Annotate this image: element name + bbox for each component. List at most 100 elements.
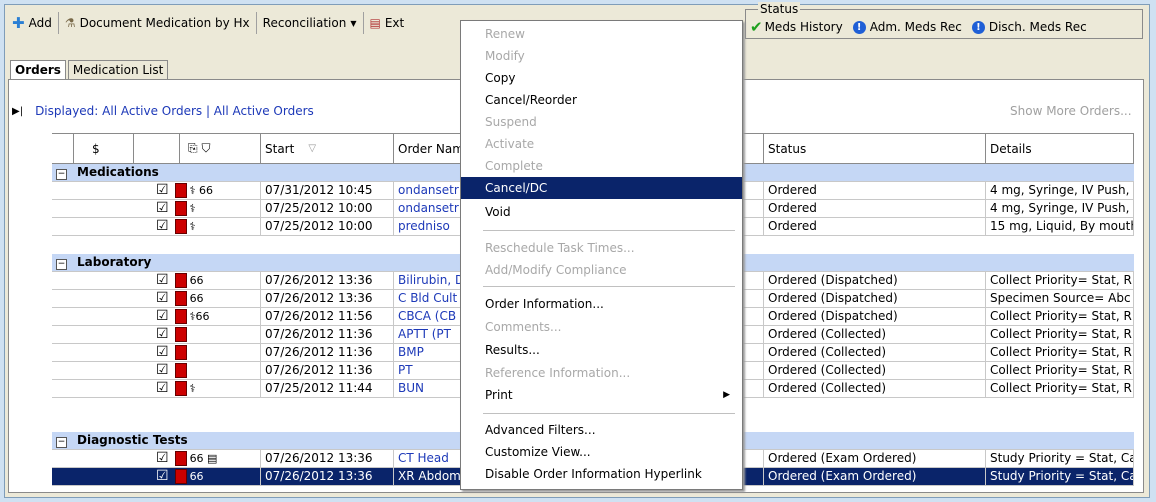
cell-status: Ordered (Collected) [764,380,986,398]
col-header-details[interactable]: Details [986,134,1134,164]
tab-orders[interactable]: Orders [10,60,66,79]
menu-item-complete[interactable]: Complete [461,155,742,177]
menu-item-suspend[interactable]: Suspend [461,111,742,133]
col-header-dollar-label: $ [92,141,100,156]
cell-details: 4 mg, Syringe, IV Push, [986,182,1134,200]
menu-item-disable-order-info-hyperlink[interactable]: Disable Order Information Hyperlink [461,463,742,485]
status-disch-meds-rec-label: Disch. Meds Rec [988,20,1087,34]
medication-icon [174,201,187,216]
cell-start: 07/26/2012 11:36 [261,326,394,344]
cell-details: Collect Priority= Stat, R [986,362,1134,380]
cell-start: 07/31/2012 10:45 [261,182,394,200]
lab-icon [174,381,187,396]
external-label: Ext [384,16,405,30]
menu-item-modify[interactable]: Modify [461,45,742,67]
add-button[interactable]: ✚ Add [6,12,59,34]
status-title: Status [758,2,801,16]
checkbox-icon[interactable]: ☑ [156,362,169,378]
tab-medication-list[interactable]: Medication List [67,60,169,79]
group-label: − Medications [52,164,352,182]
medication-icon [174,219,187,234]
displayed-filter[interactable]: ▶| Displayed: All Active Orders | All Ac… [12,104,314,118]
cell-start: 07/26/2012 13:36 [261,450,394,468]
col-header-status[interactable]: Status [764,134,986,164]
checkbox-icon[interactable]: ☑ [156,182,169,198]
col-header-start-label: Start [265,141,295,156]
status-disch-meds-rec[interactable]: ! Disch. Meds Rec [971,20,1087,34]
document-medication-label: Document Medication by Hx [79,16,250,30]
status-adm-meds-rec-label: Adm. Meds Rec [869,20,962,34]
menu-item-customize-view[interactable]: Customize View... [461,441,742,463]
cell-start: 07/26/2012 11:56 [261,308,394,326]
menu-item-reschedule-task-times[interactable]: Reschedule Task Times... [461,237,742,259]
checkbox-icon[interactable]: ☑ [156,200,169,216]
submenu-arrow-icon: ▶ [723,390,730,400]
col-header-icons[interactable]: ⎘ ⛉ [180,134,261,164]
cell-status: Ordered (Dispatched) [764,272,986,290]
menu-item-activate[interactable]: Activate [461,133,742,155]
reconciliation-dropdown[interactable]: Reconciliation ▼ [257,12,364,34]
check-icon: ✔ [750,18,763,36]
menu-item-advanced-filters[interactable]: Advanced Filters... [461,419,742,441]
collapse-icon[interactable]: − [56,169,67,180]
checkbox-icon[interactable]: ☑ [156,326,169,342]
checkbox-icon[interactable]: ☑ [156,380,169,396]
checkbox-icon[interactable]: ☑ [156,450,169,466]
col-header-dollar[interactable]: $ [74,134,134,164]
sort-icon: ▽ [308,143,317,154]
row-icons: ☑ ⚕ [52,218,261,236]
checkbox-icon[interactable]: ☑ [156,344,169,360]
row-icons: ☑ 66 ▤ [52,450,261,468]
menu-item-void[interactable]: Void [461,201,742,223]
menu-item-print-label: Print [485,388,513,402]
menu-item-add-modify-compliance[interactable]: Add/Modify Compliance [461,259,742,281]
cell-start: 07/25/2012 10:00 [261,200,394,218]
menu-item-copy[interactable]: Copy [461,67,742,89]
group-name: Diagnostic Tests [77,433,188,447]
external-rx-icon: ▤ [369,16,381,30]
show-more-orders-link[interactable]: Show More Orders... [1010,104,1132,118]
col-header-status-label: Status [768,141,807,156]
info-icon: ! [971,20,985,34]
checkbox-icon[interactable]: ☑ [156,290,169,306]
external-button[interactable]: ▤ Ext [364,12,411,34]
menu-item-renew[interactable]: Renew [461,23,742,45]
row-icons: ☑ [52,344,261,362]
cell-status: Ordered [764,200,986,218]
chevron-down-icon: ▼ [350,18,357,28]
cell-start: 07/26/2012 11:36 [261,344,394,362]
cell-start: 07/25/2012 10:00 [261,218,394,236]
menu-item-cancel-dc[interactable]: Cancel/DC [461,177,742,199]
status-adm-meds-rec[interactable]: ! Adm. Meds Rec [852,20,962,34]
cell-details: Study Priority = Stat, Ca [986,450,1134,468]
checkbox-icon[interactable]: ☑ [156,308,169,324]
menu-item-print[interactable]: Print ▶ [461,384,742,406]
row-icons: ☑ 66 [52,290,261,308]
cell-status: Ordered [764,182,986,200]
menu-item-results[interactable]: Results... [461,339,742,361]
cell-details: 4 mg, Syringe, IV Push, [986,200,1134,218]
checkbox-icon[interactable]: ☑ [156,272,169,288]
checkbox-icon[interactable]: ☑ [156,218,169,234]
lab-icon [174,327,187,342]
collapse-icon[interactable]: − [56,259,67,270]
col-header-start[interactable]: Start ▽ [261,134,394,164]
menu-item-cancel-reorder[interactable]: Cancel/Reorder [461,89,742,111]
status-meds-history[interactable]: ✔ Meds History [750,18,843,36]
play-icon[interactable]: ▶| [12,106,23,117]
lab-icon [174,345,187,360]
menu-separator [483,286,735,287]
pharmacy-icon: ⚕ [189,220,196,233]
collapse-icon[interactable]: − [56,437,67,448]
glasses-icon: 66 [189,470,204,483]
plus-icon: ✚ [12,14,25,32]
lab-icon [174,291,187,306]
menu-item-comments[interactable]: Comments... [461,316,742,338]
document-medication-button[interactable]: ⚗ Document Medication by Hx [59,12,257,34]
col-header-flags[interactable] [134,134,180,164]
group-label: − Diagnostic Tests [52,432,352,450]
menu-item-order-information[interactable]: Order Information... [461,293,742,315]
menu-item-reference-information[interactable]: Reference Information... [461,362,742,384]
checkbox-icon[interactable]: ☑ [156,468,169,484]
context-menu: Renew Modify Copy Cancel/Reorder Suspend… [460,20,743,490]
